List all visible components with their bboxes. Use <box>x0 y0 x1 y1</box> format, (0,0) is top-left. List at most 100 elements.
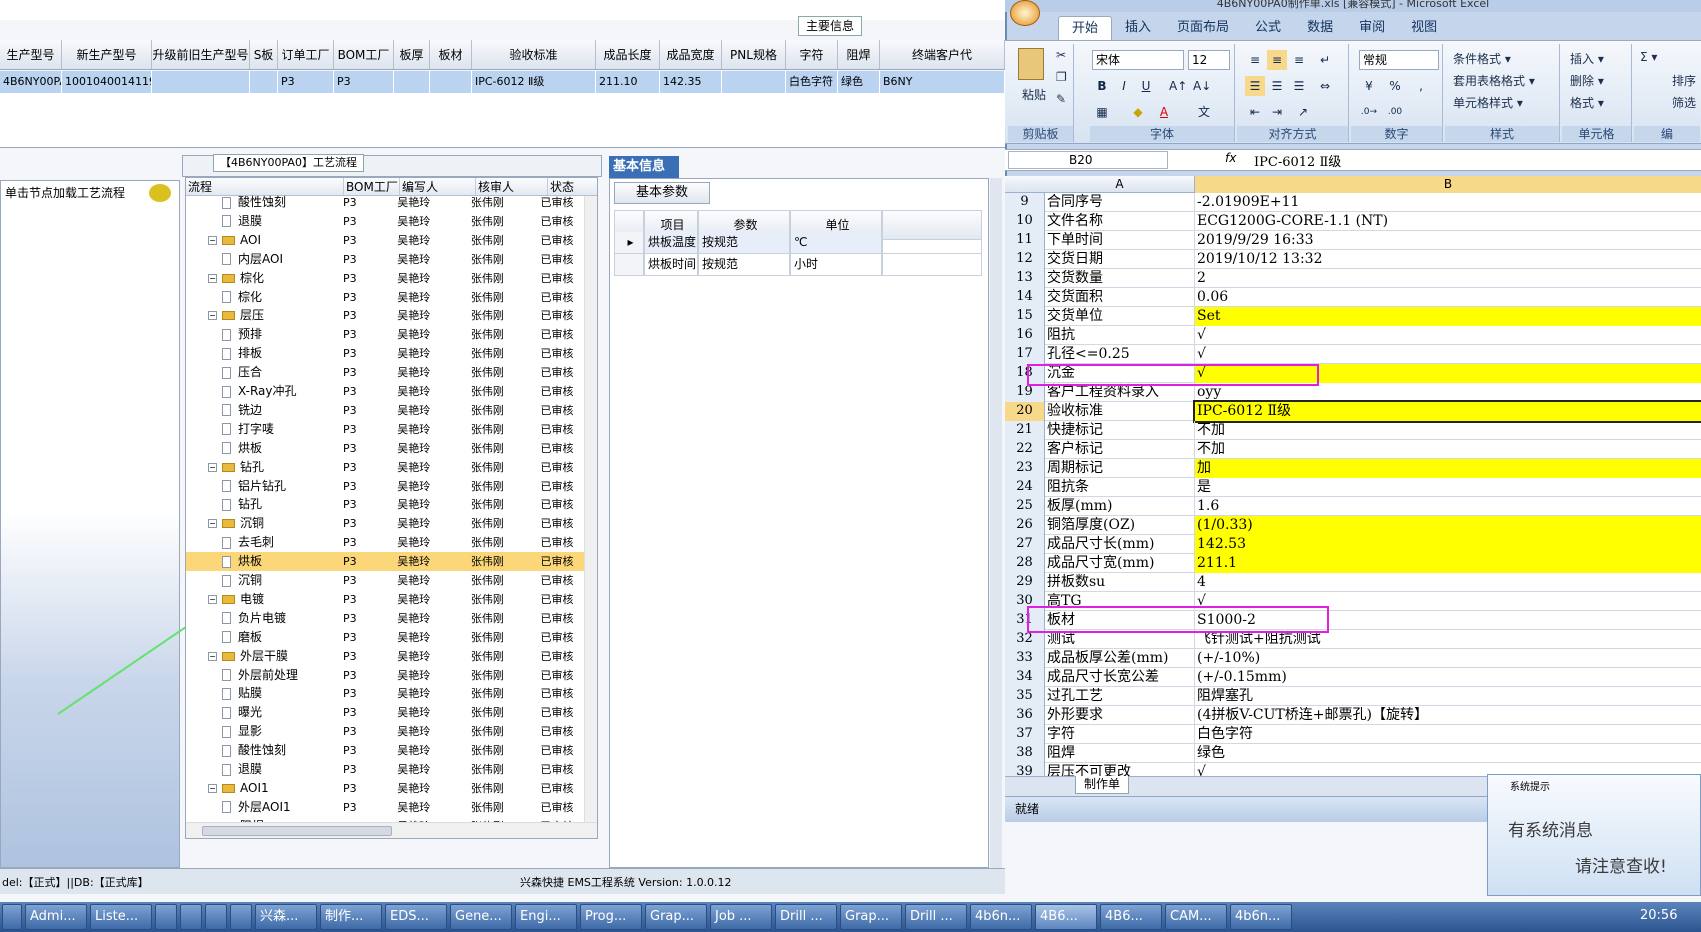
sheet-row[interactable]: 27 成品尺寸长(mm) 142.53 <box>1005 535 1701 554</box>
taskbar-item[interactable]: 4b6n... <box>1230 904 1292 930</box>
copy-icon[interactable]: ❐ <box>1056 70 1067 84</box>
params-cell-unit[interactable]: 小时 <box>790 254 882 276</box>
tree-row[interactable]: − 棕化 P3 吴艳玲 张伟刚 已审核 <box>186 269 586 288</box>
sheet-row[interactable]: 33 成品板厚公差(mm) (+/-10%) <box>1005 649 1701 668</box>
tree-node[interactable]: 铣边 <box>186 401 340 420</box>
sheet-row[interactable]: 37 字符 白色字符 <box>1005 725 1701 744</box>
currency-icon[interactable]: ¥ <box>1359 76 1379 96</box>
taskbar-item[interactable]: 4B6... <box>1035 904 1097 930</box>
tree-row[interactable]: − 钻孔 P3 吴艳玲 张伟刚 已审核 <box>186 458 586 477</box>
tree-node[interactable]: − AOI1 <box>186 779 340 798</box>
row-number[interactable]: 37 <box>1005 725 1045 744</box>
tree-row[interactable]: − 电镀 P3 吴艳玲 张伟刚 已审核 <box>186 590 586 609</box>
grid-cell[interactable]: 10010400141190 <box>62 71 152 93</box>
tree-node[interactable]: 退膜 <box>186 212 340 231</box>
grow-font-icon[interactable]: A↑ <box>1168 76 1188 96</box>
tree-node[interactable]: 烘板 <box>186 439 340 458</box>
grid-header-cell[interactable]: 验收标准 <box>472 40 596 69</box>
table-format-button[interactable]: 套用表格格式 ▾ <box>1453 72 1535 89</box>
align-left-icon[interactable]: ☰ <box>1245 76 1265 96</box>
shrink-font-icon[interactable]: A↓ <box>1192 76 1212 96</box>
cell-a[interactable]: 交货日期 <box>1045 250 1195 269</box>
collapse-icon[interactable]: − <box>208 783 217 793</box>
increase-decimal-icon[interactable]: .0→ <box>1359 102 1379 122</box>
tree-row[interactable]: 酸性蚀刻 P3 吴艳玲 张伟刚 已审核 <box>186 193 586 212</box>
sheet-row[interactable]: 20 验收标准 IPC-6012 Ⅱ级 <box>1005 400 1701 423</box>
cell-b[interactable]: (1/0.33) <box>1195 516 1701 535</box>
tree-row[interactable]: 打字唛 P3 吴艳玲 张伟刚 已审核 <box>186 420 586 439</box>
grid-header-cell[interactable]: 新生产型号 <box>62 40 152 69</box>
tree-node[interactable]: − 棕化 <box>186 269 340 288</box>
cell-a[interactable]: 合同序号 <box>1045 193 1195 212</box>
taskbar-item[interactable]: Drill ... <box>905 904 967 930</box>
cell-b[interactable]: 2019/9/29 16:33 <box>1195 231 1701 250</box>
number-format-select[interactable]: 常规 <box>1359 50 1439 70</box>
cell-b[interactable]: √ <box>1195 326 1701 345</box>
sheet-row[interactable]: 9 合同序号 -2.01909E+11 <box>1005 193 1701 212</box>
ribbon-tab[interactable]: 公式 <box>1242 16 1294 40</box>
tree-node[interactable]: 酸性蚀刻 <box>186 193 340 212</box>
fx-icon[interactable]: fx <box>1225 151 1236 165</box>
column-a[interactable]: A <box>1045 176 1195 193</box>
sheet-row[interactable]: 10 文件名称 ECG1200G-CORE-1.1 (NT) <box>1005 212 1701 231</box>
border-icon[interactable]: ▦ <box>1092 102 1112 122</box>
taskbar-item[interactable]: Drill ... <box>775 904 837 930</box>
grid-cell[interactable] <box>152 71 250 93</box>
cell-b[interactable]: 不加 <box>1195 421 1701 440</box>
taskbar-item[interactable]: EDS... <box>385 904 447 930</box>
sheet-row[interactable]: 13 交货数量 2 <box>1005 269 1701 288</box>
tree-scroll-thumb[interactable] <box>202 826 392 836</box>
grid-cell[interactable] <box>250 71 278 93</box>
process-tree[interactable]: 流程 BOM工厂 编写人 核审人 状态 酸性蚀刻 P3 吴艳玲 张伟刚 已审核 退膜 P3 吴艳玲 张伟… <box>185 177 598 839</box>
grid-cell[interactable] <box>430 71 472 93</box>
grid-header-cell[interactable]: 成品宽度 <box>660 40 722 69</box>
grid-cell[interactable]: 绿色 <box>838 71 880 93</box>
sheet-row[interactable]: 17 孔径<=0.25 √ <box>1005 345 1701 364</box>
font-size-select[interactable]: 12 <box>1188 50 1230 70</box>
tree-node[interactable]: 外层前处理 <box>186 666 340 685</box>
sheet-cells[interactable]: 9 合同序号 -2.01909E+11 10 文件名称 ECG1200G-CORE-1.1… <box>1005 193 1701 776</box>
cell-a[interactable]: 成品尺寸长(mm) <box>1045 535 1195 554</box>
tree-node[interactable]: 退膜 <box>186 760 340 779</box>
grid-cell[interactable]: B6NY <box>880 71 1005 93</box>
taskbar-item[interactable]: 制作... <box>320 904 382 930</box>
ribbon-tab[interactable]: 插入 <box>1112 16 1164 40</box>
cell-b[interactable]: Set <box>1195 307 1701 326</box>
product-grid-row[interactable]: 4B6NY00PA010010400141190 P3P3 IPC-6012 Ⅱ级2… <box>0 71 1005 93</box>
cell-b[interactable]: (+/-0.15mm) <box>1195 668 1701 687</box>
cell-b[interactable]: 白色字符 <box>1195 725 1701 744</box>
cell-a[interactable]: 文件名称 <box>1045 212 1195 231</box>
tree-row[interactable]: 排板 P3 吴艳玲 张伟刚 已审核 <box>186 344 586 363</box>
sheet-row[interactable]: 35 过孔工艺 阻焊塞孔 <box>1005 687 1701 706</box>
cell-b[interactable]: 加 <box>1195 459 1701 478</box>
collapse-icon[interactable]: − <box>208 235 217 245</box>
taskbar-item[interactable]: Gene... <box>450 904 512 930</box>
taskbar-item[interactable]: 4b6n... <box>970 904 1032 930</box>
sheet-row[interactable]: 21 快捷标记 不加 <box>1005 421 1701 440</box>
cell-a[interactable]: 客户标记 <box>1045 440 1195 459</box>
row-number[interactable]: 26 <box>1005 516 1045 535</box>
cell-a[interactable]: 成品板厚公差(mm) <box>1045 649 1195 668</box>
tree-row[interactable]: 内层AOI P3 吴艳玲 张伟刚 已审核 <box>186 250 586 269</box>
orientation-icon[interactable]: ↗ <box>1293 102 1313 122</box>
sheet-row[interactable]: 12 交货日期 2019/10/12 13:32 <box>1005 250 1701 269</box>
cell-b[interactable]: (4拼板V-CUT桥连+邮票孔)【旋转】 <box>1195 706 1701 725</box>
cell-a[interactable]: 铜箔厚度(OZ) <box>1045 516 1195 535</box>
tree-node[interactable]: 排板 <box>186 344 340 363</box>
tree-node[interactable]: 曝光 <box>186 703 340 722</box>
cell-a[interactable]: 交货面积 <box>1045 288 1195 307</box>
tree-row[interactable]: 贴膜 P3 吴艳玲 张伟刚 已审核 <box>186 684 586 703</box>
row-number[interactable]: 12 <box>1005 250 1045 269</box>
grid-cell[interactable]: 142.35 <box>660 71 722 93</box>
fill-color-icon[interactable]: ◆ <box>1128 102 1148 122</box>
sheet-row[interactable]: 22 客户标记 不加 <box>1005 440 1701 459</box>
tree-row[interactable]: 退膜 P3 吴艳玲 张伟刚 已审核 <box>186 212 586 231</box>
tree-row[interactable]: − 外层干膜 P3 吴艳玲 张伟刚 已审核 <box>186 647 586 666</box>
cell-a[interactable]: 交货数量 <box>1045 269 1195 288</box>
cell-a[interactable]: 拼板数su <box>1045 573 1195 592</box>
tree-row[interactable]: 压合 P3 吴艳玲 张伟刚 已审核 <box>186 363 586 382</box>
taskbar-item[interactable]: Prog... <box>580 904 642 930</box>
params-cell-param[interactable]: 按规范 <box>698 232 790 254</box>
grid-header-cell[interactable]: 终端客户代 <box>880 40 1005 69</box>
cell-a[interactable]: 验收标准 <box>1045 402 1195 421</box>
